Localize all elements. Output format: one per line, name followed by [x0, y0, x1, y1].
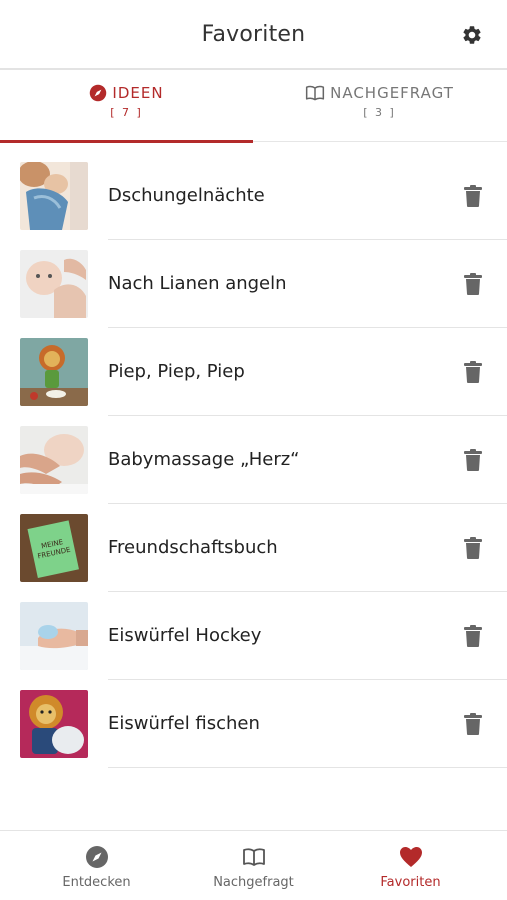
gear-icon[interactable]	[461, 24, 483, 46]
app-header: Favoriten	[0, 0, 507, 70]
nav-label: Entdecken	[62, 875, 131, 890]
divider	[108, 767, 507, 768]
trash-icon[interactable]	[463, 273, 483, 295]
item-title: Nach Lianen angeln	[108, 273, 287, 294]
item-thumbnail	[20, 162, 88, 230]
bottom-navigation: Entdecken Nachgefragt Favoriten	[0, 830, 507, 900]
item-thumbnail	[20, 690, 88, 758]
nav-label: Nachgefragt	[213, 875, 294, 890]
item-thumbnail: MEINE FREUNDE	[20, 514, 88, 582]
list-item[interactable]: Nach Lianen angeln	[0, 240, 507, 328]
list-item[interactable]: Eiswürfel Hockey	[0, 592, 507, 680]
compass-icon	[90, 84, 107, 102]
compass-icon	[85, 846, 108, 868]
list-item[interactable]: Piep, Piep, Piep	[0, 328, 507, 416]
active-tab-indicator	[0, 140, 253, 143]
nav-label: Favoriten	[380, 875, 441, 890]
trash-icon[interactable]	[463, 537, 483, 559]
item-title: Dschungelnächte	[108, 185, 265, 206]
item-thumbnail	[20, 602, 88, 670]
item-thumbnail	[20, 250, 88, 318]
item-thumbnail	[20, 426, 88, 494]
nav-nachgefragt[interactable]: Nachgefragt	[169, 831, 338, 900]
book-icon	[306, 85, 325, 101]
trash-icon[interactable]	[463, 185, 483, 207]
item-title: Eiswürfel fischen	[108, 713, 260, 734]
tab-ideen[interactable]: IDEEN [ 7 ]	[0, 72, 253, 143]
page-title: Favoriten	[201, 21, 306, 47]
list-item[interactable]: Babymassage „Herz“	[0, 416, 507, 504]
favorites-list: Dschungelnächte Nach Lianen angeln Piep,…	[0, 152, 507, 768]
tab-bar: IDEEN [ 7 ] NACHGEFRAGT [ 3 ]	[0, 72, 507, 143]
heart-icon	[399, 847, 422, 867]
trash-icon[interactable]	[463, 713, 483, 735]
book-icon	[242, 848, 265, 866]
tab-nachgefragt[interactable]: NACHGEFRAGT [ 3 ]	[253, 72, 506, 142]
item-title: Babymassage „Herz“	[108, 449, 300, 470]
nav-favoriten[interactable]: Favoriten	[326, 831, 495, 900]
tab-label: NACHGEFRAGT	[330, 84, 454, 102]
item-title: Piep, Piep, Piep	[108, 361, 245, 382]
item-thumbnail	[20, 338, 88, 406]
trash-icon[interactable]	[463, 449, 483, 471]
list-item[interactable]: Dschungelnächte	[0, 152, 507, 240]
trash-icon[interactable]	[463, 625, 483, 647]
tab-count: [ 7 ]	[110, 106, 143, 119]
item-title: Freundschaftsbuch	[108, 537, 278, 558]
list-item[interactable]: Eiswürfel fischen	[0, 680, 507, 768]
nav-entdecken[interactable]: Entdecken	[12, 831, 181, 900]
trash-icon[interactable]	[463, 361, 483, 383]
tab-count: [ 3 ]	[363, 106, 396, 119]
item-title: Eiswürfel Hockey	[108, 625, 262, 646]
list-item[interactable]: MEINE FREUNDE Freundschaftsbuch	[0, 504, 507, 592]
tab-label: IDEEN	[112, 84, 164, 102]
